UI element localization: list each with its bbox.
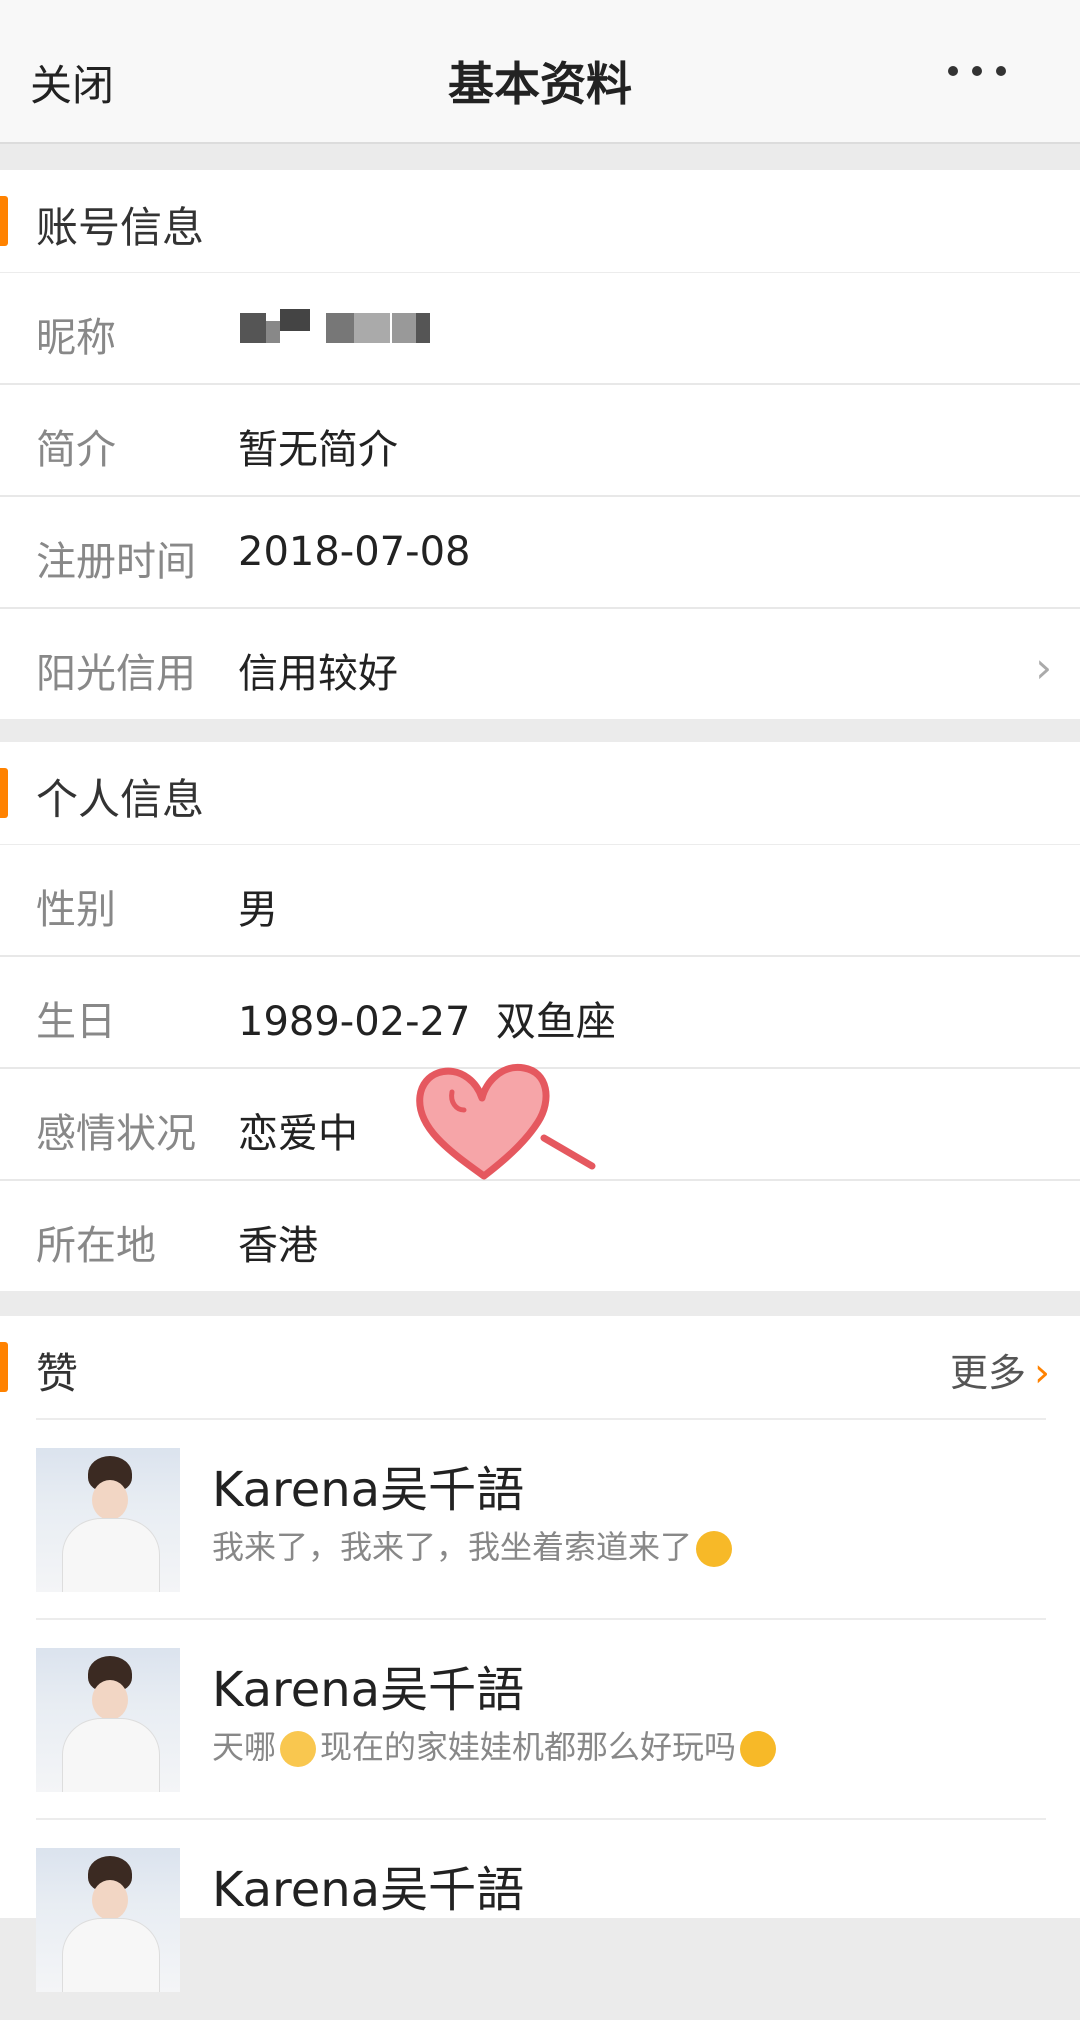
birthday-row: 生日 1989-02-27 双鱼座 bbox=[0, 957, 1080, 1069]
like-message: 天哪 现在的家娃娃机都那么好玩吗 bbox=[212, 1722, 780, 1768]
row-value: 信用较好 bbox=[238, 651, 398, 697]
like-list-item[interactable]: Karena吴千語 我来了，我来了，我坐着索道来了 bbox=[36, 1418, 1046, 1620]
row-key: 生日 bbox=[36, 999, 116, 1045]
liker-name: Karena吴千語 bbox=[212, 1462, 525, 1518]
nav-bar: 关闭 基本资料 bbox=[0, 0, 1080, 144]
sunshine-credit-row[interactable]: 阳光信用 信用较好 › bbox=[0, 609, 1080, 719]
like-list-item[interactable]: Karena吴千語 bbox=[36, 1818, 1046, 2020]
section-header: 个人信息 bbox=[0, 742, 1080, 845]
row-value: 暂无简介 bbox=[238, 427, 398, 473]
section-title: 个人信息 bbox=[36, 775, 205, 824]
row-value: 香港 bbox=[238, 1223, 318, 1269]
avatar[interactable] bbox=[36, 1648, 180, 1792]
crying-emoji-icon bbox=[280, 1731, 317, 1767]
row-key: 注册时间 bbox=[36, 539, 196, 585]
avatar[interactable] bbox=[36, 1848, 180, 1992]
row-value: 男 bbox=[238, 887, 278, 933]
section-accent-bar bbox=[0, 196, 8, 246]
chevron-right-icon: › bbox=[1034, 1350, 1050, 1396]
more-likes-link[interactable]: 更多 › bbox=[950, 1342, 1050, 1397]
section-header: 赞 更多 › bbox=[0, 1316, 1080, 1418]
liker-name: Karena吴千語 bbox=[212, 1662, 525, 1718]
personal-info-section: 个人信息 性别 男 生日 1989-02-27 双鱼座 感情状况 恋爱中 所在地… bbox=[0, 742, 1080, 1291]
account-info-section: 账号信息 昵称 简介 暂无简介 注册时间 2018-07-08 阳光信用 信用较… bbox=[0, 170, 1080, 719]
row-key: 所在地 bbox=[36, 1223, 156, 1269]
register-time-row: 注册时间 2018-07-08 bbox=[0, 497, 1080, 609]
message-text: 天哪 bbox=[212, 1728, 277, 1766]
location-row: 所在地 香港 bbox=[0, 1181, 1080, 1291]
liker-name: Karena吴千語 bbox=[212, 1862, 525, 1918]
row-value: 恋爱中 bbox=[238, 1111, 358, 1157]
section-accent-bar bbox=[0, 768, 8, 818]
more-dots-icon[interactable] bbox=[934, 60, 1044, 100]
avatar[interactable] bbox=[36, 1448, 180, 1592]
upside-down-emoji-icon bbox=[740, 1731, 777, 1767]
section-header: 账号信息 bbox=[0, 170, 1080, 273]
row-key: 感情状况 bbox=[36, 1111, 196, 1157]
like-message: 我来了，我来了，我坐着索道来了 bbox=[212, 1522, 736, 1568]
section-title: 赞 bbox=[36, 1349, 79, 1398]
gender-row: 性别 男 bbox=[0, 845, 1080, 957]
sun-emoji-icon bbox=[696, 1531, 733, 1567]
page-title: 基本资料 bbox=[448, 57, 632, 111]
nickname-blurred-value bbox=[240, 309, 440, 349]
section-title: 账号信息 bbox=[36, 203, 205, 252]
like-list-item[interactable]: Karena吴千語 天哪 现在的家娃娃机都那么好玩吗 bbox=[36, 1618, 1046, 1820]
message-text: 我来了，我来了，我坐着索道来了 bbox=[212, 1528, 693, 1566]
row-key: 昵称 bbox=[36, 315, 116, 361]
likes-section: 赞 更多 › Karena吴千語 我来了，我来了，我坐着索道来了 Karena吴千… bbox=[0, 1316, 1080, 1992]
section-accent-bar bbox=[0, 1342, 8, 1392]
row-value: 2018-07-08 bbox=[238, 529, 471, 575]
bio-row: 简介 暂无简介 bbox=[0, 385, 1080, 497]
row-key: 阳光信用 bbox=[36, 651, 196, 697]
heart-sticker-icon bbox=[416, 1063, 596, 1180]
more-label: 更多 bbox=[949, 1351, 1026, 1395]
row-key: 性别 bbox=[36, 887, 116, 933]
row-key: 简介 bbox=[36, 427, 116, 473]
nickname-row: 昵称 bbox=[0, 273, 1080, 385]
chevron-right-icon: › bbox=[1035, 643, 1052, 692]
row-value: 1989-02-27 双鱼座 bbox=[238, 999, 616, 1045]
message-text: 现在的家娃娃机都那么好玩吗 bbox=[320, 1728, 737, 1766]
